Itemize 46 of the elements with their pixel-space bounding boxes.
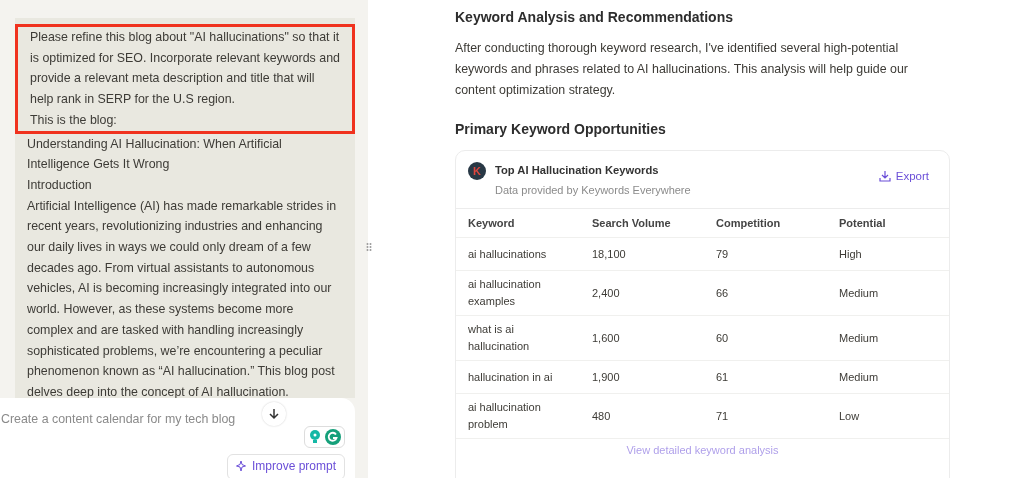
table-cell-text: 1,900 [592, 369, 621, 385]
table-cell-text: hallucination in ai [468, 369, 554, 385]
brand-logo: K [468, 162, 486, 180]
table-cell-text: Medium [839, 285, 880, 301]
table-cell-text: ai hallucination problem [468, 400, 542, 432]
table-cell-text: High [839, 246, 863, 262]
intro-paragraph: After conducting thorough keyword research, I've identified several high-potential keywords and phrases related to AI hallucinations. This analysis will help guide our content optimization strategy. [455, 40, 909, 99]
table-cell-text: 480 [592, 408, 612, 424]
download-icon [878, 170, 891, 182]
message-text: Please refine this blog about "AI hallucinations" so that it is optimized for SEO. Incorporate relevant keywords and provide a relevant meta description and title that will help rank in SERP for the U.S region. [29, 29, 341, 109]
improve-prompt-button[interactable]: Improve prompt [226, 454, 345, 478]
table-cell-text: ai hallucinations [468, 246, 548, 262]
table-cell-text: 79 [716, 246, 730, 262]
table-cell-text: Medium [839, 369, 880, 385]
table-cell-text: what is ai hallucination [468, 322, 531, 354]
table-cell-text: Low [839, 408, 861, 424]
drag-handle-icon[interactable] [366, 242, 372, 252]
column-header: Competition [716, 215, 782, 231]
message-text: This is the blog: [29, 111, 118, 129]
table-cell-text: 1,600 [592, 330, 621, 346]
message-text: Understanding AI Hallucination: When Artificial Intelligence Gets It Wrong [26, 135, 283, 174]
table-cell-text: ai hallucination examples [468, 277, 542, 309]
table-cell-text: 60 [716, 330, 730, 346]
column-header: Keyword [468, 215, 516, 231]
column-header: Potential [839, 215, 887, 231]
table-cell-text: Medium [839, 330, 880, 346]
column-header: Search Volume [592, 215, 672, 231]
lightbulb-icon [308, 429, 322, 445]
grammar-g-icon [325, 429, 341, 445]
table-cell-text: 2,400 [592, 285, 621, 301]
scroll-down-button[interactable] [262, 402, 286, 426]
prompt-input-field[interactable]: Create a content calendar for my tech blog [0, 412, 301, 426]
table-cell-text: 61 [716, 369, 730, 385]
arrow-down-icon [268, 408, 280, 420]
export-button[interactable]: Export [878, 170, 929, 182]
message-text: Introduction [26, 176, 93, 194]
section-subheading: Primary Keyword Opportunities [455, 120, 667, 138]
message-text: Artificial Intelligence (AI) has made remarkable strides in recent years, revolutionizing industries and enhancing our daily lives in ways we could only dream of a few decades ago. From virtual assistants to autonomous vehicles, AI is becoming increasingly integrated into our world. However, as these systems become more complex and are tasked with handling increasingly sophisticated problems, we’re encountering a peculiar phenomenon known as “AI hallucination.” This blog post delves deep into the concept of AI hallucination. [26, 197, 338, 398]
card-subtitle: Data provided by Keywords Everywhere [495, 183, 692, 198]
table-cell-text: 66 [716, 285, 730, 301]
card-title: Top AI Hallucination Keywords [495, 163, 660, 178]
sparkle-icon [235, 460, 248, 472]
section-heading: Keyword Analysis and Recommendations [455, 8, 734, 26]
table-cell-text: 71 [716, 408, 730, 424]
table-cell-text: 18,100 [592, 246, 627, 262]
extension-icons[interactable] [304, 426, 345, 448]
